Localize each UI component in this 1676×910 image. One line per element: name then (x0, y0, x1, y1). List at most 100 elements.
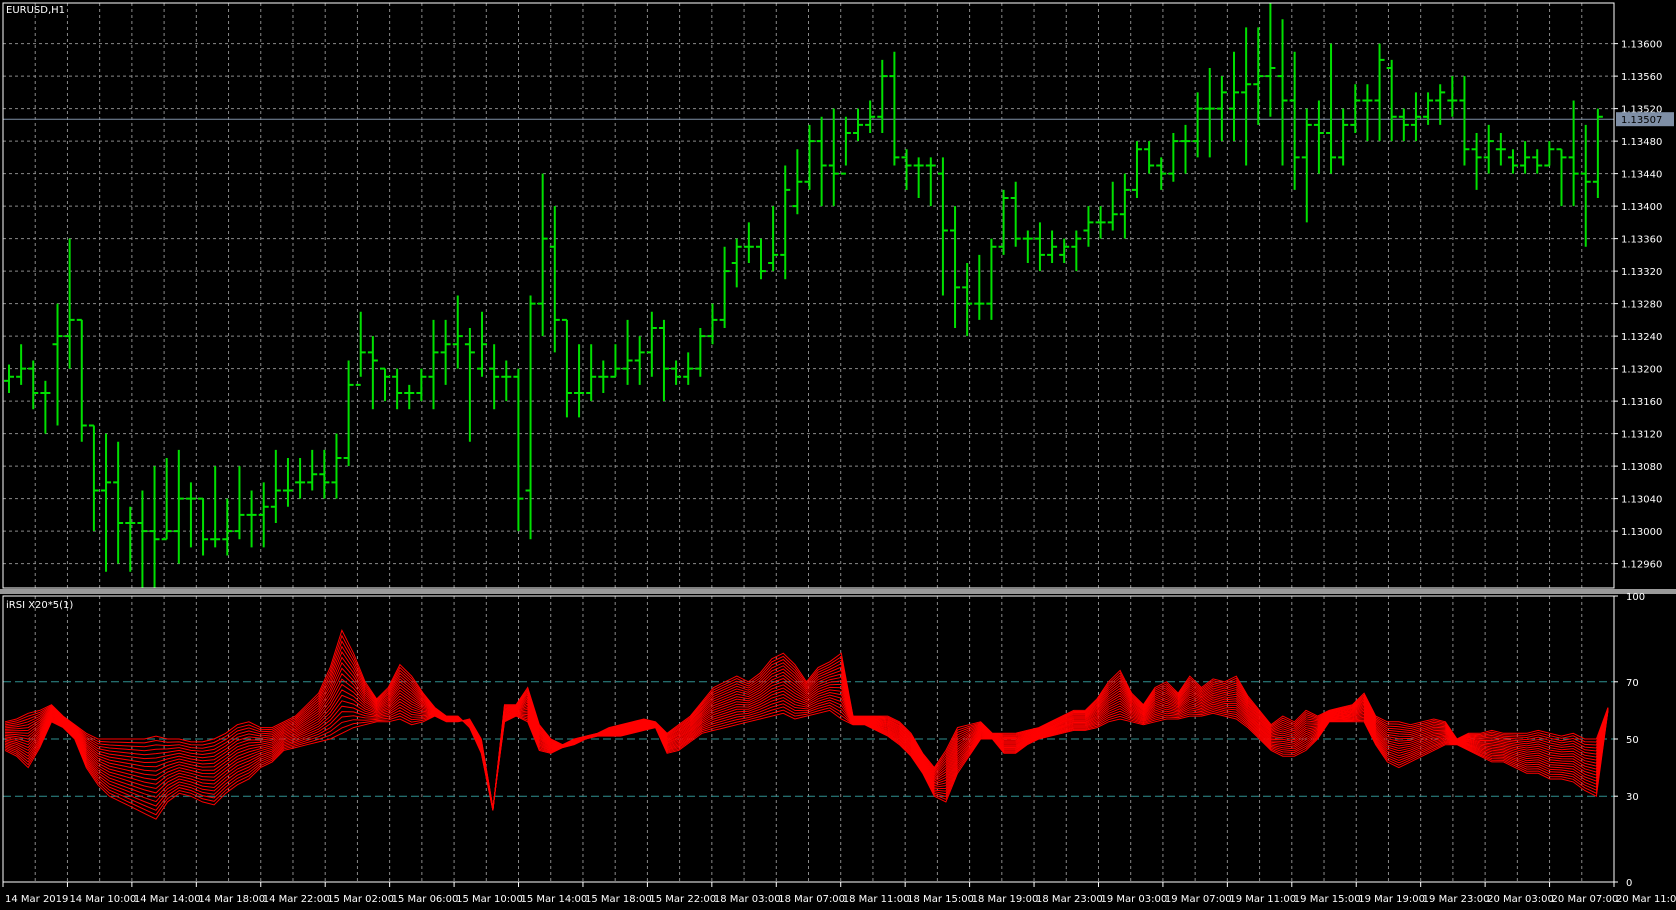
ohlc-bar (634, 336, 645, 385)
time-tick-label: 15 Mar 10:00 (456, 894, 523, 905)
time-tick-label: 15 Mar 22:00 (649, 894, 716, 905)
time-tick-label: 20 Mar 07:00 (1552, 894, 1619, 905)
ohlc-bar (1592, 108, 1603, 198)
ohlc-bar (1568, 100, 1579, 207)
ohlc-bar (416, 368, 427, 402)
price-tick-label: 1.13280 (1621, 300, 1662, 311)
time-tick-label: 20 Mar 11:00 (1616, 894, 1676, 905)
ohlc-bar (683, 352, 694, 385)
ohlc-bar (1168, 133, 1179, 182)
price-tick-label: 1.13000 (1621, 527, 1662, 538)
price-tick-label: 1.12960 (1621, 560, 1662, 571)
ohlc-bar (1192, 92, 1203, 158)
ohlc-bar (404, 384, 415, 410)
price-tick-label: 1.13040 (1621, 495, 1662, 506)
time-tick-label: 14 Mar 10:00 (69, 894, 136, 905)
ohlc-bar (392, 368, 403, 410)
time-tick-label: 18 Mar 07:00 (778, 894, 845, 905)
ohlc-bar (731, 238, 742, 288)
ohlc-bar (1047, 230, 1058, 263)
ohlc-bar (40, 380, 51, 434)
ohlc-bar (1131, 141, 1142, 198)
price-tick-label: 1.13360 (1621, 235, 1662, 246)
ohlc-bar (1059, 238, 1070, 263)
ohlc-bar (501, 360, 512, 402)
ohlc-bar (1326, 43, 1337, 174)
chart-area[interactable]: 1.136001.135601.135201.134801.134401.134… (0, 0, 1676, 910)
ohlc-bar (1071, 230, 1082, 272)
time-tick-label: 19 Mar 23:00 (1423, 894, 1490, 905)
ohlc-bar (586, 344, 597, 402)
ohlc-bar (282, 458, 293, 507)
ohlc-bar (343, 360, 354, 467)
ohlc-bar (950, 206, 961, 328)
ohlc-bar (1398, 108, 1409, 142)
ohlc-bar (1374, 43, 1385, 142)
time-tick-label: 19 Mar 07:00 (1165, 894, 1232, 905)
time-tick-label: 14 Mar 14:00 (134, 894, 201, 905)
price-tick-label: 1.13320 (1621, 267, 1662, 278)
ohlc-bar (295, 458, 306, 499)
ohlc-bar (537, 173, 548, 337)
ohlc-bar (367, 336, 378, 410)
ohlc-bar (1022, 230, 1033, 263)
rsi-line (4, 650, 1609, 810)
ohlc-bar (804, 124, 815, 190)
ohlc-bar (865, 100, 876, 133)
time-tick-label: 18 Mar 23:00 (1036, 894, 1103, 905)
ohlc-bar (173, 449, 184, 564)
ohlc-bar (1265, 3, 1276, 117)
ohlc-bar (719, 246, 730, 328)
ohlc-bar (986, 238, 997, 320)
ohlc-bar (428, 319, 439, 410)
ohlc-bar (840, 116, 851, 175)
ohlc-bar (622, 319, 633, 385)
ohlc-bar (658, 319, 669, 402)
ohlc-bar (513, 368, 524, 532)
time-tick-label: 14 Mar 18:00 (198, 894, 265, 905)
ohlc-bar (925, 157, 936, 207)
ohlc-bar (1204, 68, 1215, 158)
ohlc-bar (695, 328, 706, 377)
ohlc-bar (549, 206, 560, 353)
ohlc-bar (1034, 222, 1045, 272)
ohlc-bar (1410, 92, 1421, 142)
ohlc-bar (234, 466, 245, 540)
ohlc-bar (76, 318, 87, 442)
ohlc-bar (1095, 206, 1106, 239)
ohlc-bar (137, 490, 148, 588)
ohlc-bar (1338, 108, 1349, 166)
ohlc-bar (598, 360, 609, 393)
ohlc-bar (1544, 141, 1555, 167)
ohlc-bar (113, 441, 124, 564)
ohlc-bar (101, 433, 112, 572)
ohlc-bar (1520, 141, 1531, 174)
price-tick-label: 1.13600 (1621, 40, 1662, 51)
ohlc-bar (1507, 149, 1518, 174)
time-tick-label: 19 Mar 19:00 (1358, 894, 1425, 905)
ohlc-bar (125, 506, 136, 572)
ohlc-bar (998, 189, 1009, 255)
time-tick-label: 15 Mar 06:00 (392, 894, 459, 905)
ohlc-bar (962, 263, 973, 337)
ohlc-bar (464, 328, 475, 442)
ohlc-bar (1229, 51, 1240, 142)
ohlc-bar (319, 449, 330, 499)
ohlc-bar (1083, 206, 1094, 247)
pane-separator (0, 589, 1676, 594)
ohlc-bar (198, 497, 209, 556)
rsi-axis: 100 70 50 30 0 (1614, 592, 1645, 889)
price-tick-label: 1.13080 (1621, 462, 1662, 473)
ohlc-bar (1556, 148, 1567, 207)
ohlc-bar (270, 449, 281, 523)
rsi-line (4, 656, 1609, 810)
price-tick-label: 1.13240 (1621, 332, 1662, 343)
ohlc-bar (1216, 76, 1227, 142)
time-tick-label: 19 Mar 15:00 (1294, 894, 1361, 905)
ohlc-bar (210, 466, 221, 548)
ohlc-bar (610, 344, 621, 378)
ohlc-bar (1289, 51, 1300, 190)
time-tick-label: 15 Mar 02:00 (327, 894, 394, 905)
ohlc-bar (1253, 27, 1264, 125)
time-tick-label: 14 Mar 2019 (5, 894, 68, 905)
